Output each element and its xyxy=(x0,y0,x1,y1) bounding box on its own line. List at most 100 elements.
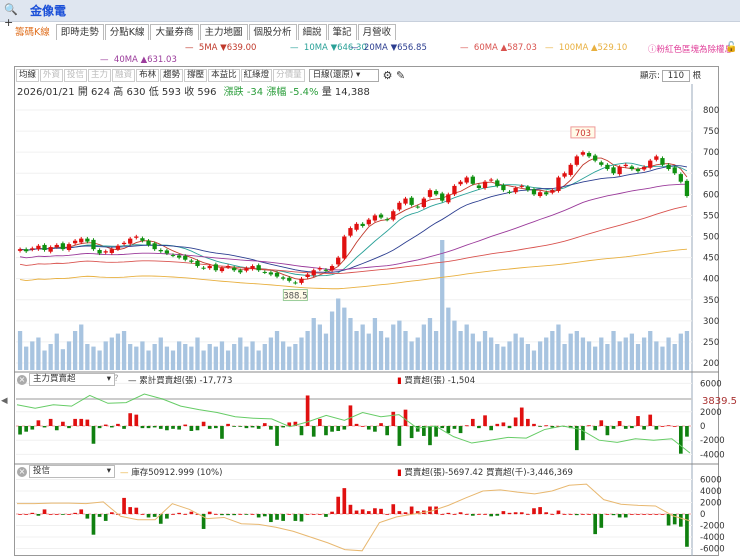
volume-bar xyxy=(201,350,206,370)
panel2-bar xyxy=(556,510,561,514)
panel2-bar xyxy=(91,514,96,535)
panel2-bar xyxy=(574,514,579,516)
volume-bar xyxy=(623,337,628,370)
panel1-bar xyxy=(470,418,475,426)
panel2-bar xyxy=(324,514,328,517)
volume-bar xyxy=(672,344,677,370)
panel2-bar xyxy=(507,512,512,514)
panel1-bar xyxy=(336,426,341,431)
panel1-indicator-select[interactable]: 主力買賣超 ▾ xyxy=(29,373,115,386)
volume-bar xyxy=(109,337,114,370)
candle-body xyxy=(623,164,628,167)
candle-body xyxy=(311,270,316,276)
candle-body xyxy=(60,243,66,250)
candle-body xyxy=(385,219,390,221)
volume-bar xyxy=(501,346,506,370)
panel1-bar xyxy=(214,426,218,429)
panel1-select-value: 主力買賣超 xyxy=(33,374,76,384)
close-panel2-icon[interactable]: × xyxy=(17,467,27,477)
candle-body xyxy=(244,268,249,271)
panel2-tick: 6000 xyxy=(700,476,722,486)
volume-bar xyxy=(287,346,292,370)
candle-body xyxy=(287,277,292,281)
panel1-bar xyxy=(685,426,689,437)
panel2-bar xyxy=(146,514,151,518)
panel1-bar xyxy=(67,426,71,429)
panel1-bar xyxy=(660,426,665,427)
panel1-bar-label: ▮ 買賣超(張) -1,504 xyxy=(397,376,476,386)
panel1-bar xyxy=(171,426,175,429)
candle-body xyxy=(140,238,145,241)
panel1-bar xyxy=(189,426,194,431)
close-panel1-icon[interactable]: × xyxy=(17,375,27,385)
panel2-tick: 4000 xyxy=(700,487,722,497)
panel2-bar xyxy=(177,512,181,514)
candle-body xyxy=(262,271,267,273)
panel1-bar xyxy=(299,426,304,436)
candle-body xyxy=(354,223,359,230)
volume-bar xyxy=(207,344,212,370)
volume-bar xyxy=(629,333,635,370)
panel1-bar xyxy=(428,426,432,446)
panel1-bar xyxy=(238,426,243,427)
candle-body xyxy=(329,266,335,271)
panel1-bar xyxy=(379,423,383,426)
panel1-bar xyxy=(495,423,500,426)
volume-bar xyxy=(550,331,555,370)
panel1-bar xyxy=(385,426,389,436)
panel2-bar xyxy=(336,496,341,514)
panel1-bar xyxy=(262,423,267,426)
volume-bar xyxy=(409,341,414,370)
volume-bar xyxy=(568,333,573,370)
panel2-bar xyxy=(562,514,567,515)
panel2-line-label: — 庫存50912.999 (10%) xyxy=(120,468,223,478)
panel2-bar xyxy=(238,514,243,515)
panel2-bar xyxy=(122,497,126,514)
inventory-label: 庫存50912.999 (10%) xyxy=(131,468,223,478)
volume-bar xyxy=(489,337,494,370)
volume-bar xyxy=(452,320,457,370)
panel2-bar xyxy=(36,514,41,516)
panel2-bar xyxy=(678,514,683,527)
volume-bar xyxy=(678,333,683,370)
candle-body xyxy=(103,251,108,253)
volume-bar xyxy=(170,350,176,370)
candle-body xyxy=(225,266,231,268)
panel2-indicator-select[interactable]: 投信 ▾ xyxy=(29,465,115,478)
candle-body xyxy=(280,277,286,279)
panel1-bar xyxy=(642,426,646,430)
panel1-bar xyxy=(617,421,622,426)
panel2-bar xyxy=(630,514,634,515)
candle-body xyxy=(599,162,604,165)
panel1-bar xyxy=(654,426,659,430)
panel2-bar xyxy=(73,512,77,514)
panel1-bar xyxy=(116,423,120,426)
volume-bar xyxy=(378,331,384,370)
volume-bar xyxy=(464,324,469,370)
panel1-bar xyxy=(507,426,512,429)
volume-bar xyxy=(336,298,341,370)
panel2-bar xyxy=(623,514,628,518)
help-icon[interactable]: ? xyxy=(114,374,119,384)
panel1-bar xyxy=(275,426,279,446)
panel2-bar xyxy=(214,514,218,515)
panel1-bar xyxy=(409,426,414,439)
price-tick: 700 xyxy=(703,148,719,158)
panel2-bar xyxy=(48,514,53,515)
price-tick: 600 xyxy=(703,190,719,200)
panel2-bar xyxy=(373,508,377,514)
candle-body xyxy=(30,248,35,250)
candle-body xyxy=(336,257,341,265)
volume-bar xyxy=(195,337,200,370)
volume-bar xyxy=(256,350,261,370)
volume-bar xyxy=(611,331,616,370)
panel1-bar xyxy=(195,426,200,431)
collapse-left-icon[interactable]: ◀ xyxy=(1,396,8,406)
price-tick: 650 xyxy=(703,169,719,179)
candle-body xyxy=(372,215,378,221)
candle-body xyxy=(366,219,371,225)
panel2-bar xyxy=(513,512,518,514)
panel2-bar-label: ▮ 買賣超(張)-5697.42 買賣超(千)-3,446,369 xyxy=(397,468,573,478)
panel1-bar xyxy=(103,424,108,426)
volume-bar xyxy=(513,333,518,370)
